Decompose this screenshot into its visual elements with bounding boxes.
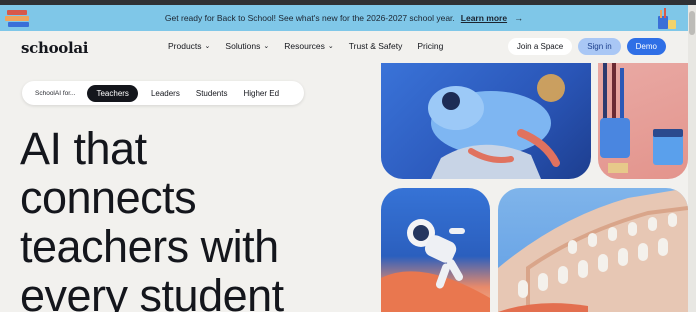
scrollbar-thumb[interactable] bbox=[689, 11, 695, 35]
nav-item-trust-safety[interactable]: Trust & Safety bbox=[349, 41, 403, 51]
hero-line: AI that bbox=[20, 123, 147, 174]
arrow-right-icon[interactable]: → bbox=[514, 13, 523, 23]
chevron-down-icon: ⌄ bbox=[327, 43, 334, 50]
hero-line: teachers with bbox=[20, 221, 279, 272]
tab-students[interactable]: Students bbox=[196, 89, 228, 98]
chevron-down-icon: ⌄ bbox=[263, 43, 270, 50]
nav-actions: Join a Space Sign in Demo bbox=[507, 38, 666, 55]
tab-leaders[interactable]: Leaders bbox=[151, 89, 180, 98]
audience-selector: SchoolAI for... Teachers Leaders Student… bbox=[22, 81, 304, 105]
nav-item-solutions[interactable]: Solutions ⌄ bbox=[225, 41, 269, 51]
tab-teachers[interactable]: Teachers bbox=[87, 84, 138, 102]
schoolai-logo[interactable]: schoolai bbox=[21, 39, 89, 57]
nav-item-label: Pricing bbox=[417, 41, 444, 51]
nav-item-label: Solutions bbox=[225, 41, 261, 51]
join-space-button[interactable]: Join a Space bbox=[507, 38, 573, 55]
announcement-text: Get ready for Back to School! See what's… bbox=[164, 13, 455, 23]
main-navigation: schoolai Products ⌄ Solutions ⌄ Resource… bbox=[0, 31, 688, 63]
books-decoration-icon bbox=[5, 9, 31, 29]
demo-button[interactable]: Demo bbox=[626, 38, 666, 55]
hero-line: connects bbox=[20, 172, 197, 223]
chevron-down-icon: ⌄ bbox=[204, 43, 211, 50]
frog-illustration bbox=[381, 63, 591, 179]
nav-menu: Products ⌄ Solutions ⌄ Resources ⌄ Trust… bbox=[168, 41, 443, 51]
colosseum-illustration bbox=[498, 188, 688, 312]
hero-line: every student bbox=[20, 270, 284, 312]
paint-brushes-illustration bbox=[598, 63, 688, 179]
astronaut-illustration bbox=[381, 188, 490, 312]
learn-more-link[interactable]: Learn more bbox=[461, 13, 507, 23]
nav-item-resources[interactable]: Resources ⌄ bbox=[284, 41, 334, 51]
nav-item-label: Trust & Safety bbox=[348, 41, 403, 51]
nav-item-label: Products bbox=[168, 41, 202, 51]
hero-heading: AI that connects teachers with every stu… bbox=[20, 124, 284, 312]
school-supplies-decoration-icon bbox=[652, 8, 678, 30]
nav-item-pricing[interactable]: Pricing bbox=[417, 41, 443, 51]
nav-item-label: Resources bbox=[284, 41, 325, 51]
announcement-bar: Get ready for Back to School! See what's… bbox=[0, 5, 688, 31]
page-scrollbar[interactable] bbox=[688, 5, 696, 312]
nav-item-products[interactable]: Products ⌄ bbox=[168, 41, 210, 51]
sign-in-button[interactable]: Sign in bbox=[578, 38, 621, 55]
audience-prefix-label: SchoolAI for... bbox=[35, 89, 76, 97]
tab-higher-ed[interactable]: Higher Ed bbox=[243, 89, 279, 98]
